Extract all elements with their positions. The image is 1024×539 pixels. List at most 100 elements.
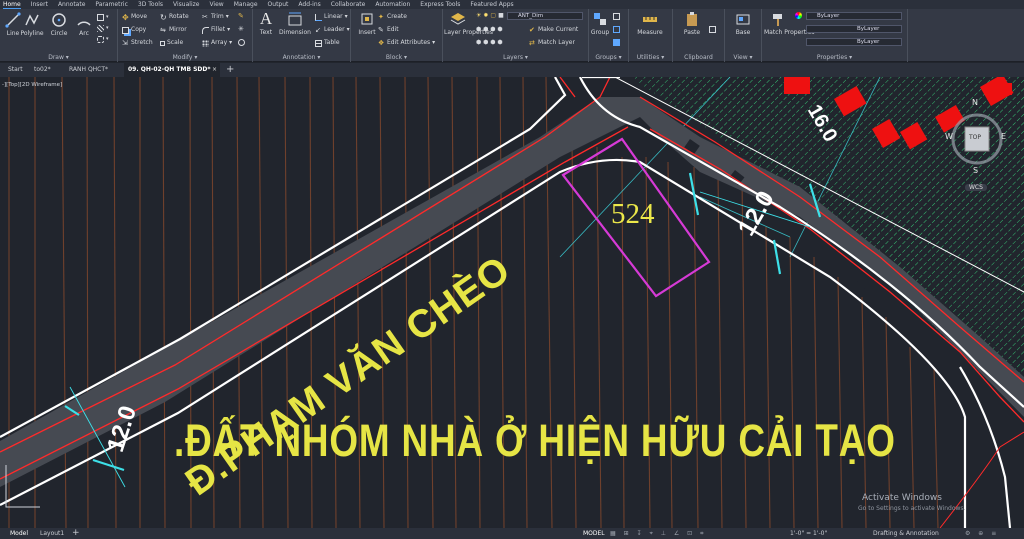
ribbon-tab-collaborate[interactable]: Collaborate — [331, 0, 366, 9]
explode-button[interactable]: ✳ — [238, 26, 245, 33]
drawing-canvas[interactable]: -][Top][2D Wireframe] Đ.PHẠM VĂN CHÈO .Đ… — [0, 77, 1024, 528]
scale-button[interactable]: Scale — [160, 39, 183, 47]
layout1-tab[interactable]: Layout1 — [40, 528, 64, 539]
status-toggles[interactable]: ▦ ⊞ ↧ ⌖ ⊥ ∠ ⊡ ⌗ — [610, 528, 706, 539]
viewport-label[interactable]: -][Top][2D Wireframe] — [2, 82, 62, 88]
ribbon-tab-add-ins[interactable]: Add-ins — [298, 0, 320, 9]
rectangle-button[interactable]: ▾ — [97, 13, 109, 21]
ribbon-tab-express-tools[interactable]: Express Tools — [420, 0, 460, 9]
circle-button[interactable]: Circle — [48, 12, 70, 37]
match-layer-button[interactable]: ⇄ Match Layer — [529, 39, 575, 47]
insert-button[interactable]: Insert — [354, 11, 380, 36]
model-space-toggle[interactable]: MODEL — [583, 528, 605, 539]
viewcube-north[interactable]: N — [972, 98, 978, 107]
hatch-button[interactable]: ▾ — [97, 24, 109, 32]
array-button[interactable]: Array ▾ — [202, 39, 232, 47]
doc-tab-ranh-qhct[interactable]: RANH QHCT* — [65, 63, 112, 77]
ribbon: Line Polyline Circle Arc ▾ ▾ ▾ Draw ▾ ✥ M… — [0, 9, 1024, 62]
paste-button[interactable]: Paste — [679, 11, 705, 36]
groups-panel-title[interactable]: Groups ▾ — [589, 54, 628, 61]
measure-button[interactable]: Measure — [631, 11, 669, 36]
properties-panel-title[interactable]: Properties ▾ — [762, 54, 907, 61]
polyline-button[interactable]: Polyline — [20, 12, 44, 37]
edit-attributes-button[interactable]: ❖ Edit Attributes ▾ — [378, 39, 435, 47]
ribbon-tab-parametric[interactable]: Parametric — [95, 0, 128, 9]
viewcube[interactable]: N W E S TOP WCS — [945, 94, 1013, 196]
fillet-button[interactable]: Fillet ▾ — [202, 26, 230, 34]
ribbon-tab-home[interactable]: Home — [3, 0, 21, 9]
arc-button[interactable]: Arc — [74, 12, 94, 37]
draw-panel-title[interactable]: Draw ▾ — [0, 54, 117, 61]
doc-tab-start[interactable]: Start — [4, 63, 27, 77]
ungroup-button[interactable] — [613, 13, 620, 20]
text-button[interactable]: A Text — [256, 10, 276, 36]
ribbon-tab-manage[interactable]: Manage — [234, 0, 258, 9]
layers-panel-title[interactable]: Layers ▾ — [443, 54, 588, 61]
annotation-panel-title[interactable]: Annotation ▾ — [253, 54, 350, 61]
modify-panel-title[interactable]: Modify ▾ — [118, 54, 252, 61]
ribbon-tab-featured-apps[interactable]: Featured Apps — [470, 0, 513, 9]
activate-windows-title: Activate Windows — [862, 493, 942, 503]
model-tab[interactable]: Model — [10, 528, 28, 539]
lineweight-dropdown[interactable]: ByLayer — [806, 25, 902, 33]
erase-button[interactable]: ✎ — [238, 13, 245, 20]
ribbon-tab-automation[interactable]: Automation — [375, 0, 410, 9]
mirror-button[interactable]: ⇋ Mirror — [160, 26, 187, 34]
edit-block-button[interactable]: ✎ Edit — [378, 26, 399, 34]
layer-properties-button[interactable]: Layer Properties — [444, 11, 493, 36]
viewcube-east[interactable]: E — [1001, 132, 1006, 141]
move-button[interactable]: ✥ Move — [122, 13, 147, 21]
ribbon-tab-visualize[interactable]: Visualize — [173, 0, 199, 9]
viewcube-west[interactable]: W — [945, 132, 953, 141]
group-select-button[interactable] — [613, 39, 620, 46]
doc-tab-active[interactable]: 09. QH-02-QH TMB SDD* — [124, 63, 220, 77]
make-current-button[interactable]: ✔ Make Current — [529, 26, 578, 34]
offset-button[interactable] — [238, 39, 245, 46]
viewcube-south[interactable]: S — [973, 166, 978, 175]
lot-number: 524 — [611, 198, 655, 230]
trim-button[interactable]: ✂ Trim ▾ — [202, 13, 229, 21]
doc-tab-to02[interactable]: to02* — [30, 63, 55, 77]
dimension-icon — [288, 12, 302, 26]
stretch-button[interactable]: ⇲ Stretch — [122, 39, 153, 47]
table-button[interactable]: Table — [315, 39, 340, 47]
make-current-icon: ✔ — [529, 25, 535, 34]
copy-button[interactable]: Copy — [122, 26, 146, 34]
workspace-switch[interactable]: Drafting & Annotation — [873, 528, 939, 539]
linear-button[interactable]: Linear ▾ — [315, 13, 348, 21]
group-label: Group — [590, 29, 610, 36]
copy-clip-button[interactable] — [709, 26, 716, 33]
ribbon-tab-annotate[interactable]: Annotate — [58, 0, 85, 9]
block-panel-title[interactable]: Block ▾ — [351, 54, 442, 61]
clipboard-panel-title[interactable]: Clipboard — [673, 54, 724, 61]
color-dropdown[interactable]: ByLayer — [806, 12, 902, 20]
group-edit-icon — [613, 26, 620, 33]
group-edit-button[interactable] — [613, 26, 620, 33]
close-tab-icon[interactable]: × — [208, 63, 221, 77]
new-tab-icon[interactable]: + — [222, 63, 238, 77]
status-right-icons[interactable]: ⚙ ⊕ ≡ — [965, 528, 999, 539]
ribbon-tab-output[interactable]: Output — [268, 0, 289, 9]
add-layout-icon[interactable]: + — [72, 528, 80, 538]
base-button[interactable]: Base — [730, 11, 756, 36]
linetype-dropdown[interactable]: ByLayer — [806, 38, 902, 46]
ribbon-tab-insert[interactable]: Insert — [31, 0, 48, 9]
thin-red-curve — [939, 431, 1024, 528]
leader-button[interactable]: ↙ Leader ▾ — [315, 26, 350, 34]
utilities-panel-title[interactable]: Utilities ▾ — [629, 54, 672, 61]
view-panel-title[interactable]: View ▾ — [725, 54, 761, 61]
group-select-icon — [613, 39, 620, 46]
dimension-button[interactable]: Dimension — [278, 11, 312, 36]
boundary-button[interactable]: ▾ — [97, 35, 109, 43]
arc-icon — [77, 21, 91, 26]
layer-dropdown[interactable]: ANT_Dim — [507, 12, 583, 20]
create-block-button[interactable]: ✦ Create — [378, 13, 407, 21]
viewcube-top-face[interactable]: TOP — [969, 134, 981, 141]
wcs-menu[interactable]: WCS — [965, 184, 987, 191]
annotation-scale[interactable]: 1'-0" = 1'-0" — [790, 528, 827, 539]
ribbon-tab-view[interactable]: View — [209, 0, 223, 9]
rotate-button[interactable]: ↻ Rotate — [160, 13, 189, 21]
ribbon-tab-3d-tools[interactable]: 3D Tools — [138, 0, 163, 9]
group-button[interactable]: Group — [590, 11, 610, 36]
match-properties-button[interactable]: Match Properties — [764, 11, 815, 36]
